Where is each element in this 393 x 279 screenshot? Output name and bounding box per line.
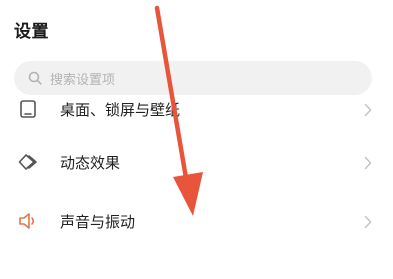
settings-list: 桌面、锁屏与壁纸 动态效果 声音与振动 [0, 95, 393, 279]
settings-item-sound-vibration[interactable]: 声音与振动 [0, 192, 393, 250]
list-top-fade [0, 95, 393, 101]
page-title: 设置 [14, 22, 49, 42]
speaker-icon [17, 210, 39, 232]
settings-item-dynamic-effects[interactable]: 动态效果 [0, 133, 393, 191]
settings-item-label: 桌面、锁屏与壁纸 [60, 100, 181, 119]
settings-item-label: 动态效果 [60, 153, 121, 172]
chevron-right-icon [364, 214, 372, 229]
settings-item-desktop-lockscreen-wallpaper[interactable]: 桌面、锁屏与壁纸 [0, 95, 393, 138]
animation-diamond-icon [17, 151, 39, 173]
search-icon [28, 71, 42, 85]
chevron-right-icon [364, 155, 372, 170]
settings-screen: 设置 搜索设置项 桌面、锁屏与壁纸 动态效果 声音与振动 [0, 0, 393, 279]
chevron-right-icon [364, 102, 372, 117]
search-placeholder: 搜索设置项 [50, 72, 116, 88]
settings-item-label: 声音与振动 [60, 212, 136, 231]
search-bar[interactable]: 搜索设置项 [14, 61, 372, 95]
desktop-icon [17, 98, 39, 120]
